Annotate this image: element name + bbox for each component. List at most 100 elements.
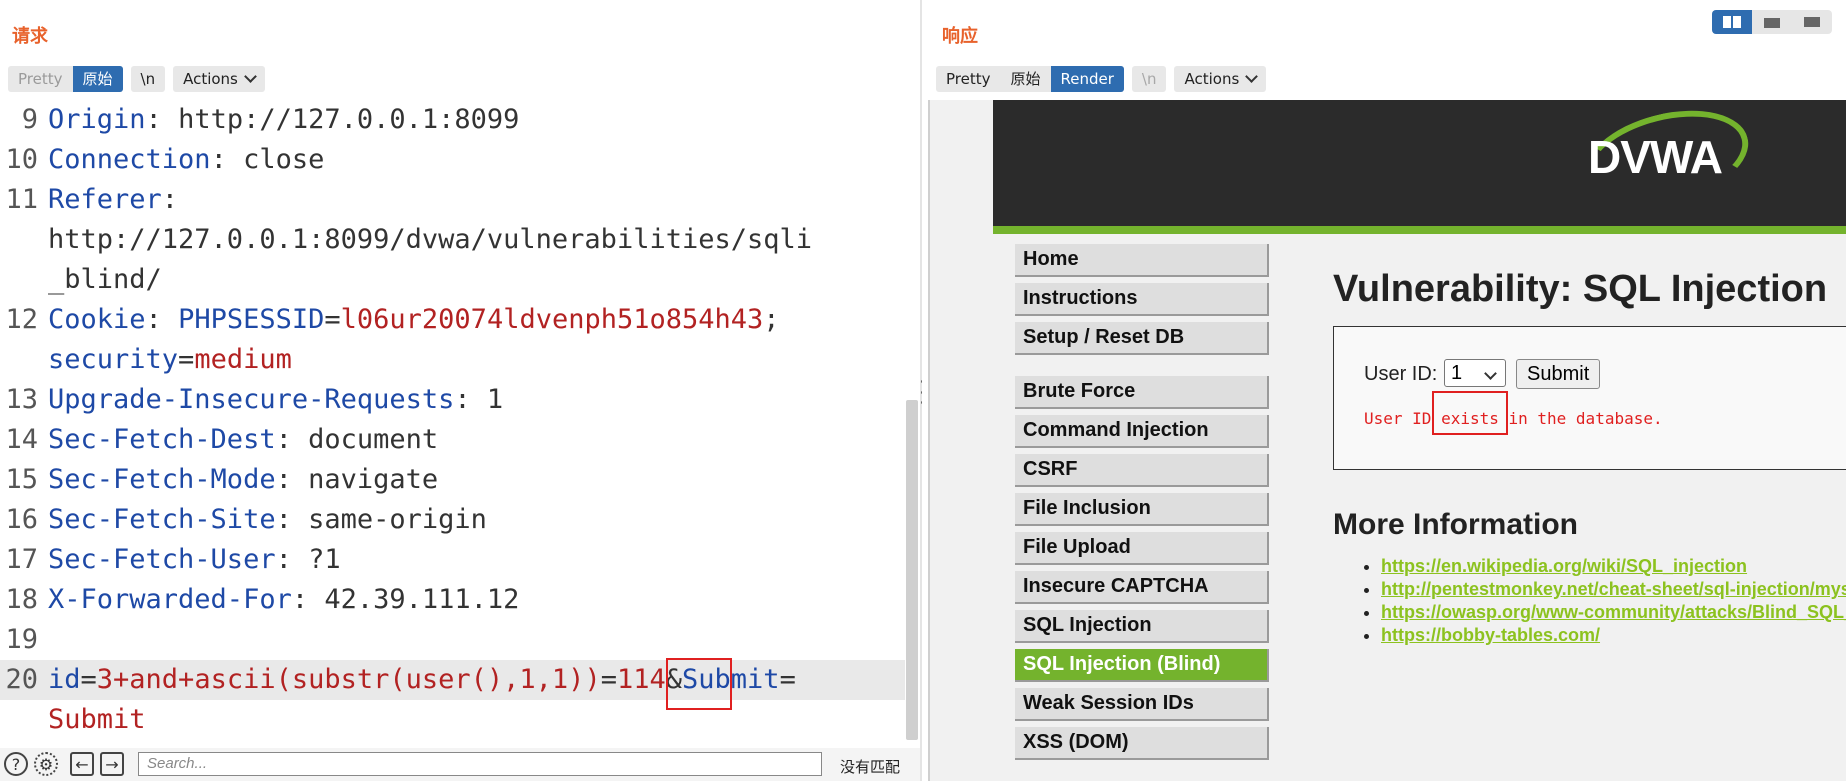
header-value: same-origin [308, 504, 487, 535]
header-name: Cookie [48, 304, 146, 335]
menu-item-csrf[interactable]: CSRF [1015, 454, 1269, 487]
line-number: 17 [5, 544, 38, 575]
newline-toggle[interactable]: \n [130, 66, 166, 92]
reference-link[interactable]: https://owasp.org/www-community/attacks/… [1381, 602, 1846, 622]
menu-item-sql-injection-blind[interactable]: SQL Injection (Blind) [1015, 649, 1269, 682]
arrow-right-icon[interactable]: → [100, 752, 124, 776]
pretty-tab[interactable]: Pretty [8, 66, 73, 92]
request-body-wrap: Submit [0, 700, 905, 740]
line-number: 13 [5, 384, 38, 415]
chevron-down-icon [1484, 367, 1497, 380]
request-pane: 请求 Pretty 原始 \n Actions 9 Origin: http://… [0, 0, 920, 781]
header-sep: : [291, 584, 325, 615]
menu-item-setup[interactable]: Setup / Reset DB [1015, 322, 1269, 355]
line-number: 11 [5, 184, 38, 215]
response-pane: 响应 Pretty 原始 Render \n Actions DVWA Home… [922, 0, 1846, 781]
header-value: 42.39.111.12 [324, 584, 520, 615]
request-line: 9 Origin: http://127.0.0.1:8099 [0, 100, 905, 140]
dvwa-header: DVWA [993, 100, 1846, 234]
request-line-wrap: http://127.0.0.1:8099/dvwa/vulnerabiliti… [0, 220, 905, 260]
list-item: https://bobby-tables.com/ [1381, 625, 1846, 646]
cookie-line: 12 Cookie: PHPSESSID=l06ur20074ldvenph51o… [0, 300, 905, 340]
vulnerable-form-box: User ID: 1 Submit User ID exists in the … [1333, 326, 1846, 470]
cookie-value: medium [194, 344, 292, 375]
editor-scrollbar[interactable] [906, 400, 918, 740]
actions-dropdown[interactable]: Actions [173, 66, 265, 92]
request-line: 19 [0, 620, 905, 660]
request-line: 17 Sec-Fetch-User: ?1 [0, 540, 905, 580]
cookie-line-wrap: security=medium [0, 340, 905, 380]
gear-icon[interactable]: ⚙ [34, 752, 58, 776]
raw-tab[interactable]: 原始 [72, 66, 123, 92]
search-input[interactable]: Search... [138, 752, 822, 776]
menu-item-sql-injection[interactable]: SQL Injection [1015, 610, 1269, 643]
pretty-tab[interactable]: Pretty [936, 66, 1001, 92]
request-line: 18 X-Forwarded-For: 42.39.111.12 [0, 580, 905, 620]
menu-item-file-upload[interactable]: File Upload [1015, 532, 1269, 565]
highlight-box-exists [1432, 391, 1508, 435]
tabs-layout-icon[interactable] [1792, 10, 1832, 34]
header-value: http://127.0.0.1:8099 [178, 104, 520, 135]
header-sep: : [145, 104, 179, 135]
cookie-eq: = [324, 304, 341, 335]
cookie-semicolon: ; [763, 304, 780, 335]
header-sep: : [275, 464, 309, 495]
menu-item-home[interactable]: Home [1015, 244, 1269, 277]
line-number: 18 [5, 584, 38, 615]
response-view-toggle: Pretty 原始 Render [936, 66, 1124, 92]
request-toolbar: Pretty 原始 \n Actions [8, 66, 265, 92]
split-horizontal-icon[interactable] [1712, 10, 1752, 34]
header-name: Connection [48, 144, 211, 175]
user-id-selected-value: 1 [1451, 362, 1463, 384]
help-icon[interactable]: ? [4, 752, 28, 776]
user-id-select[interactable]: 1 [1444, 359, 1506, 387]
page-title: Vulnerability: SQL Injection [1333, 268, 1828, 310]
actions-dropdown[interactable]: Actions [1174, 66, 1267, 92]
line-number: 19 [5, 624, 38, 655]
menu-item-command-injection[interactable]: Command Injection [1015, 415, 1269, 448]
menu-item-insecure-captcha[interactable]: Insecure CAPTCHA [1015, 571, 1269, 604]
result-message-suffix: in the database. [1498, 409, 1663, 428]
request-body-line: 20 id=3+and+ascii(substr(user(),1,1))=114… [0, 660, 905, 700]
more-information-heading: More Information [1333, 508, 1578, 541]
header-sep: : [145, 304, 179, 335]
newline-toggle[interactable]: \n [1131, 66, 1167, 92]
request-line: 15 Sec-Fetch-Mode: navigate [0, 460, 905, 500]
request-line: 16 Sec-Fetch-Site: same-origin [0, 500, 905, 540]
header-name: X-Forwarded-For [48, 584, 292, 615]
line-number: 16 [5, 504, 38, 535]
menu-item-instructions[interactable]: Instructions [1015, 283, 1269, 316]
line-number: 15 [5, 464, 38, 495]
header-sep: : [161, 184, 179, 215]
list-item: https://owasp.org/www-community/attacks/… [1381, 602, 1846, 623]
actions-label: Actions [183, 70, 238, 88]
menu-item-weak-session-ids[interactable]: Weak Session IDs [1015, 688, 1269, 721]
render-tab[interactable]: Render [1050, 66, 1124, 92]
cookie-value: l06ur20074ldvenph51o854h43 [340, 304, 764, 335]
menu-item-xss-dom[interactable]: XSS (DOM) [1015, 727, 1269, 760]
line-number: 14 [5, 424, 38, 455]
request-editor[interactable]: 9 Origin: http://127.0.0.1:8099 10 Connect… [0, 100, 905, 740]
line-number: 9 [21, 104, 38, 135]
submit-button[interactable]: Submit [1516, 359, 1601, 389]
chevron-down-icon [244, 70, 257, 83]
reference-links: https://en.wikipedia.org/wiki/SQL_inject… [1361, 556, 1846, 648]
list-item: http://pentestmonkey.net/cheat-sheet/sql… [1381, 579, 1846, 600]
header-sep: : [454, 384, 487, 415]
reference-link[interactable]: http://pentestmonkey.net/cheat-sheet/sql… [1381, 579, 1846, 599]
result-message: User ID exists in the database. [1364, 409, 1663, 428]
search-result-status: 没有匹配 [840, 758, 901, 776]
split-vertical-icon[interactable] [1752, 10, 1792, 34]
arrow-left-icon[interactable]: ← [70, 752, 94, 776]
menu-item-brute-force[interactable]: Brute Force [1015, 376, 1269, 409]
response-toolbar: Pretty 原始 Render \n Actions [936, 66, 1267, 92]
response-title: 响应 [942, 26, 978, 47]
reference-link[interactable]: https://en.wikipedia.org/wiki/SQL_inject… [1381, 556, 1747, 576]
payload-eq: = [600, 664, 617, 695]
highlight-box-payload [666, 658, 732, 710]
menu-item-file-inclusion[interactable]: File Inclusion [1015, 493, 1269, 526]
reference-link[interactable]: https://bobby-tables.com/ [1381, 625, 1600, 645]
cookie-name: PHPSESSID [178, 304, 325, 335]
raw-tab[interactable]: 原始 [1001, 66, 1051, 92]
param-name: id [48, 664, 81, 695]
